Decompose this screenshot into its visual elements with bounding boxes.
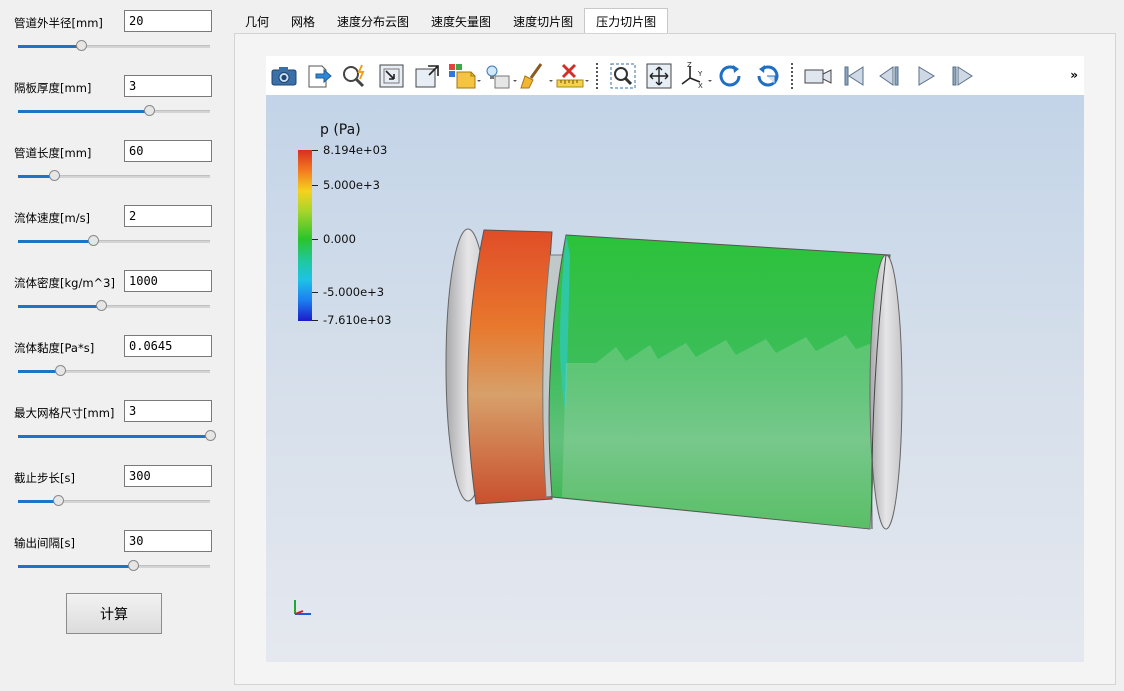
param-end-time: 截止步长[s] [0, 465, 230, 530]
rotate-ccw-icon[interactable] [749, 58, 785, 94]
probe-icon[interactable] [338, 58, 374, 94]
param-fluid-density: 流体密度[kg/m^3] [0, 270, 230, 335]
reset-view-icon[interactable] [374, 58, 410, 94]
svg-text:X: X [698, 82, 703, 90]
zoom-box-icon[interactable] [605, 58, 641, 94]
pipe-length-input[interactable] [124, 140, 212, 162]
toolbar-separator [791, 62, 794, 89]
param-label: 流体黏度[Pa*s] [14, 341, 95, 355]
end-time-input[interactable] [124, 465, 212, 487]
param-label: 流体速度[m/s] [14, 211, 91, 225]
fit-view-icon[interactable] [641, 58, 677, 94]
param-label: 输出间隔[s] [14, 536, 75, 550]
clear-icon[interactable] [518, 58, 554, 94]
svg-text:Z: Z [687, 62, 692, 69]
orientation-axes-icon [294, 600, 311, 615]
param-label: 截止步长[s] [14, 471, 75, 485]
param-label: 隔板厚度[mm] [14, 81, 92, 95]
param-label: 管道长度[mm] [14, 146, 92, 160]
axes-icon[interactable]: ZYX [677, 58, 713, 94]
fluid-viscosity-slider[interactable] [18, 365, 210, 377]
param-output-interval: 输出间隔[s] [0, 530, 230, 595]
param-max-mesh-size: 最大网格尺寸[mm] [0, 400, 230, 465]
pressure-field-render [445, 228, 903, 530]
maximize-icon[interactable] [410, 58, 446, 94]
param-fluid-viscosity: 流体黏度[Pa*s] [0, 335, 230, 400]
toolbar-separator [596, 62, 599, 89]
fluid-velocity-slider[interactable] [18, 235, 210, 247]
viewer-toolbar: ZYX » [266, 56, 1084, 95]
param-label: 流体密度[kg/m^3] [14, 276, 115, 290]
tab-geometry[interactable]: 几何 [234, 9, 280, 33]
param-pipe-length: 管道长度[mm] [0, 140, 230, 205]
first-frame-icon[interactable] [836, 58, 872, 94]
rotate-cw-icon[interactable] [713, 58, 749, 94]
fluid-density-slider[interactable] [18, 300, 210, 312]
box-select-icon[interactable] [446, 58, 482, 94]
tab-velocity-contour[interactable]: 速度分布云图 [326, 9, 420, 33]
param-outer-radius: 管道外半径[mm] [0, 10, 230, 75]
fluid-velocity-input[interactable] [124, 205, 212, 227]
parameter-panel: 管道外半径[mm] 隔板厚度[mm] 管道长度[mm] 流体速度[m/s] 流体… [0, 0, 230, 691]
baffle-thickness-input[interactable] [124, 75, 212, 97]
export-icon[interactable] [302, 58, 338, 94]
calculate-button[interactable]: 计算 [66, 593, 162, 634]
play-icon[interactable] [908, 58, 944, 94]
output-interval-input[interactable] [124, 530, 212, 552]
max-mesh-size-input[interactable] [124, 400, 212, 422]
pipe-length-slider[interactable] [18, 170, 210, 182]
param-label: 最大网格尺寸[mm] [14, 406, 115, 420]
output-interval-slider[interactable] [18, 560, 210, 572]
previous-frame-icon[interactable] [872, 58, 908, 94]
outer-radius-slider[interactable] [18, 40, 210, 52]
view-tabs: 几何 网格 速度分布云图 速度矢量图 速度切片图 压力切片图 [234, 8, 669, 33]
3d-viewport[interactable]: p (Pa) 8.194e+03 5.000e+3 0.000 -5.000e+… [266, 95, 1084, 662]
end-time-slider[interactable] [18, 495, 210, 507]
toolbar-overflow-button[interactable]: » [1070, 68, 1078, 82]
baffle-thickness-slider[interactable] [18, 105, 210, 117]
camera-video-icon[interactable] [800, 58, 836, 94]
fluid-density-input[interactable] [124, 270, 212, 292]
outer-radius-input[interactable] [124, 10, 212, 32]
tab-velocity-slice[interactable]: 速度切片图 [502, 9, 584, 33]
tab-mesh[interactable]: 网格 [280, 9, 326, 33]
camera-icon[interactable] [266, 58, 302, 94]
param-label: 管道外半径[mm] [14, 16, 103, 30]
param-baffle-thickness: 隔板厚度[mm] [0, 75, 230, 140]
fluid-viscosity-input[interactable] [124, 335, 212, 357]
param-fluid-velocity: 流体速度[m/s] [0, 205, 230, 270]
last-frame-icon[interactable] [944, 58, 980, 94]
tab-pressure-slice[interactable]: 压力切片图 [584, 8, 669, 33]
inlet-pipe-section [467, 229, 553, 505]
tab-velocity-vector[interactable]: 速度矢量图 [420, 9, 502, 33]
max-mesh-size-slider[interactable] [18, 430, 216, 442]
svg-text:Y: Y [697, 70, 703, 78]
light-icon[interactable] [482, 58, 518, 94]
ruler-delete-icon[interactable] [554, 58, 590, 94]
